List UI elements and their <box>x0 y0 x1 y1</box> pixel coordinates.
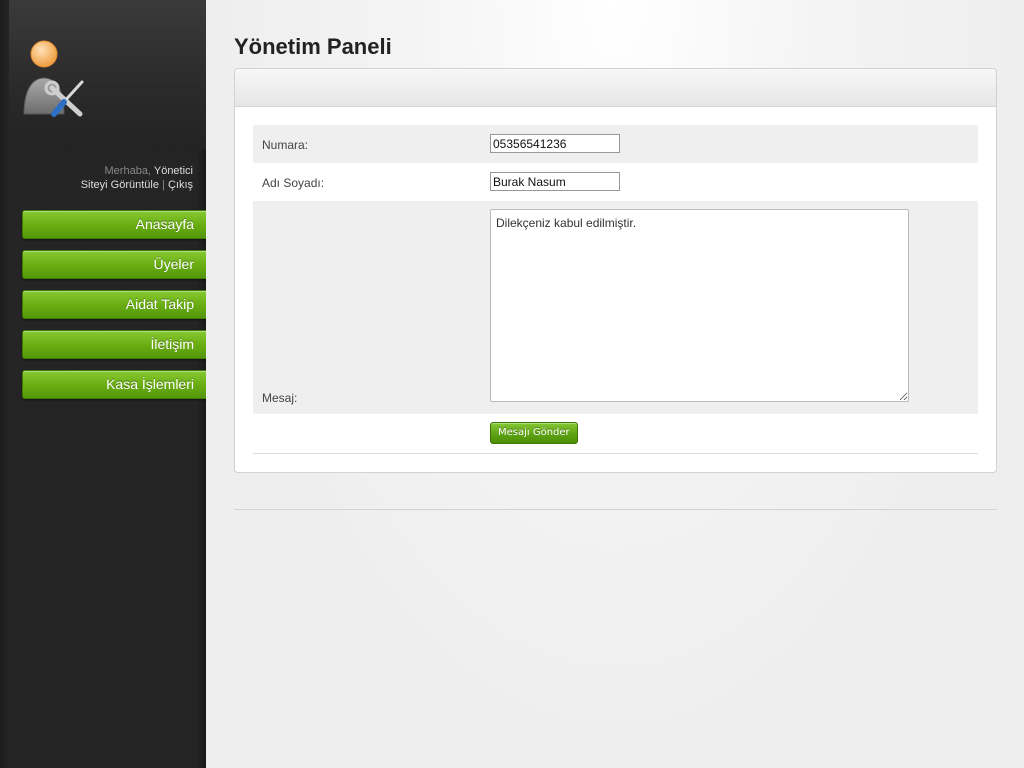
sidebar: Merhaba, Yönetici Siteyi Görüntüle | Çık… <box>0 0 207 768</box>
page-title: Yönetim Paneli <box>234 34 392 59</box>
nav-item-iletisim[interactable]: İletişim <box>22 330 207 359</box>
form-row-name: Adı Soyadı: <box>253 163 978 201</box>
admin-user-tools-icon <box>23 40 84 117</box>
name-input[interactable] <box>490 172 620 191</box>
message-form: Numara: Adı Soyadı: Mesaj: Dilekçeniz ka… <box>253 125 978 454</box>
form-row-submit: Mesajı Gönder <box>253 414 978 454</box>
nav-item-anasayfa[interactable]: Anasayfa <box>22 210 207 239</box>
sidebar-nav: Anasayfa Üyeler Aidat Takip İletişim Kas… <box>22 210 207 410</box>
content-divider <box>234 509 997 510</box>
link-separator: | <box>162 179 165 191</box>
form-row-number: Numara: <box>253 125 978 163</box>
number-label: Numara: <box>262 138 309 152</box>
message-panel: Numara: Adı Soyadı: Mesaj: Dilekçeniz ka… <box>234 68 997 473</box>
number-input[interactable] <box>490 134 620 153</box>
nav-item-kasa-islemleri[interactable]: Kasa İşlemleri <box>22 370 207 399</box>
message-label: Mesaj: <box>262 391 298 405</box>
nav-item-uyeler[interactable]: Üyeler <box>22 250 207 279</box>
message-textarea[interactable]: Dilekçeniz kabul edilmiştir. <box>490 209 909 402</box>
send-message-button[interactable]: Mesajı Gönder <box>490 422 578 444</box>
greeting-prefix: Merhaba, <box>104 165 151 177</box>
form-row-message: Mesaj: Dilekçeniz kabul edilmiştir. <box>253 201 978 414</box>
logout-link[interactable]: Çıkış <box>168 179 193 191</box>
view-site-link[interactable]: Siteyi Görüntüle <box>81 179 159 191</box>
user-name: Yönetici <box>153 165 193 177</box>
nav-item-aidat-takip[interactable]: Aidat Takip <box>22 290 207 319</box>
name-label: Adı Soyadı: <box>262 176 325 190</box>
user-greeting: Merhaba, Yönetici Siteyi Görüntüle | Çık… <box>81 164 193 192</box>
panel-header <box>235 69 996 107</box>
